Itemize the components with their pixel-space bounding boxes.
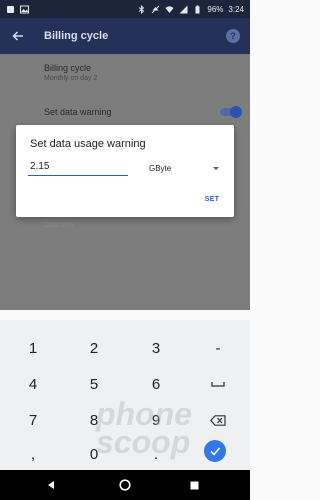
- key-backspace[interactable]: [193, 402, 243, 438]
- signal-icon: [179, 5, 188, 14]
- warning-value-input[interactable]: [28, 158, 128, 176]
- unit-dropdown[interactable]: GByte: [149, 161, 219, 175]
- help-button[interactable]: ?: [226, 29, 240, 43]
- key-minus[interactable]: -: [193, 330, 243, 366]
- done-button[interactable]: [204, 440, 226, 462]
- wifi-icon: [165, 5, 174, 14]
- key-3[interactable]: 3: [131, 330, 181, 366]
- help-icon: ?: [230, 31, 236, 41]
- key-comma[interactable]: ,: [8, 436, 58, 472]
- key-7[interactable]: 7: [8, 402, 58, 438]
- unit-selected-value: GByte: [149, 163, 172, 173]
- set-button[interactable]: SET: [199, 191, 225, 207]
- key-space[interactable]: [193, 366, 243, 402]
- data-warning-dialog: Set data usage warning GByte SET: [16, 125, 234, 217]
- pref-billing-cycle-summary: Monthly on day 2: [44, 75, 98, 82]
- back-button[interactable]: [0, 18, 36, 54]
- nav-home-button[interactable]: [105, 470, 145, 500]
- pref-billing-cycle-title: Billing cycle: [44, 63, 92, 73]
- home-circle-icon: [119, 479, 131, 491]
- status-bar: 96% 3:24: [0, 0, 250, 18]
- notification-icon: [6, 5, 15, 14]
- bluetooth-icon: [137, 4, 146, 14]
- pref-data-warning[interactable]: Set data warning: [44, 107, 112, 117]
- check-icon: [210, 447, 221, 456]
- mute-icon: [151, 5, 160, 14]
- back-triangle-icon: [48, 481, 54, 489]
- pref-billing-cycle[interactable]: Billing cycle Monthly on day 2: [44, 63, 97, 82]
- phonescoop-watermark: phone scoop: [96, 398, 192, 460]
- backspace-icon: [210, 414, 226, 426]
- pref-data-limit-title: Data limit: [44, 222, 74, 229]
- space-icon: [211, 382, 225, 387]
- key-2[interactable]: 2: [69, 330, 119, 366]
- pref-data-warning-title: Set data warning: [44, 107, 112, 117]
- switch-thumb: [230, 106, 242, 118]
- key-1[interactable]: 1: [8, 330, 58, 366]
- nav-back-button[interactable]: [31, 470, 71, 500]
- nav-recents-button[interactable]: [174, 470, 214, 500]
- page-title: Billing cycle: [44, 30, 109, 42]
- clock: 3:24: [228, 4, 244, 14]
- dialog-title: Set data usage warning: [30, 138, 146, 150]
- recents-square-icon: [190, 481, 198, 489]
- arrow-left-icon: [12, 31, 23, 41]
- data-warning-switch[interactable]: [218, 106, 242, 118]
- navigation-bar: [0, 470, 250, 500]
- pref-data-limit[interactable]: Data limit: [44, 220, 73, 229]
- watermark-line-2: scoop: [96, 424, 191, 460]
- battery-icon: [193, 5, 202, 14]
- chevron-down-icon: [213, 166, 219, 170]
- battery-percent: 96%: [207, 4, 224, 14]
- key-4[interactable]: 4: [8, 366, 58, 402]
- app-bar: Billing cycle ?: [0, 18, 250, 54]
- image-icon: [20, 5, 29, 14]
